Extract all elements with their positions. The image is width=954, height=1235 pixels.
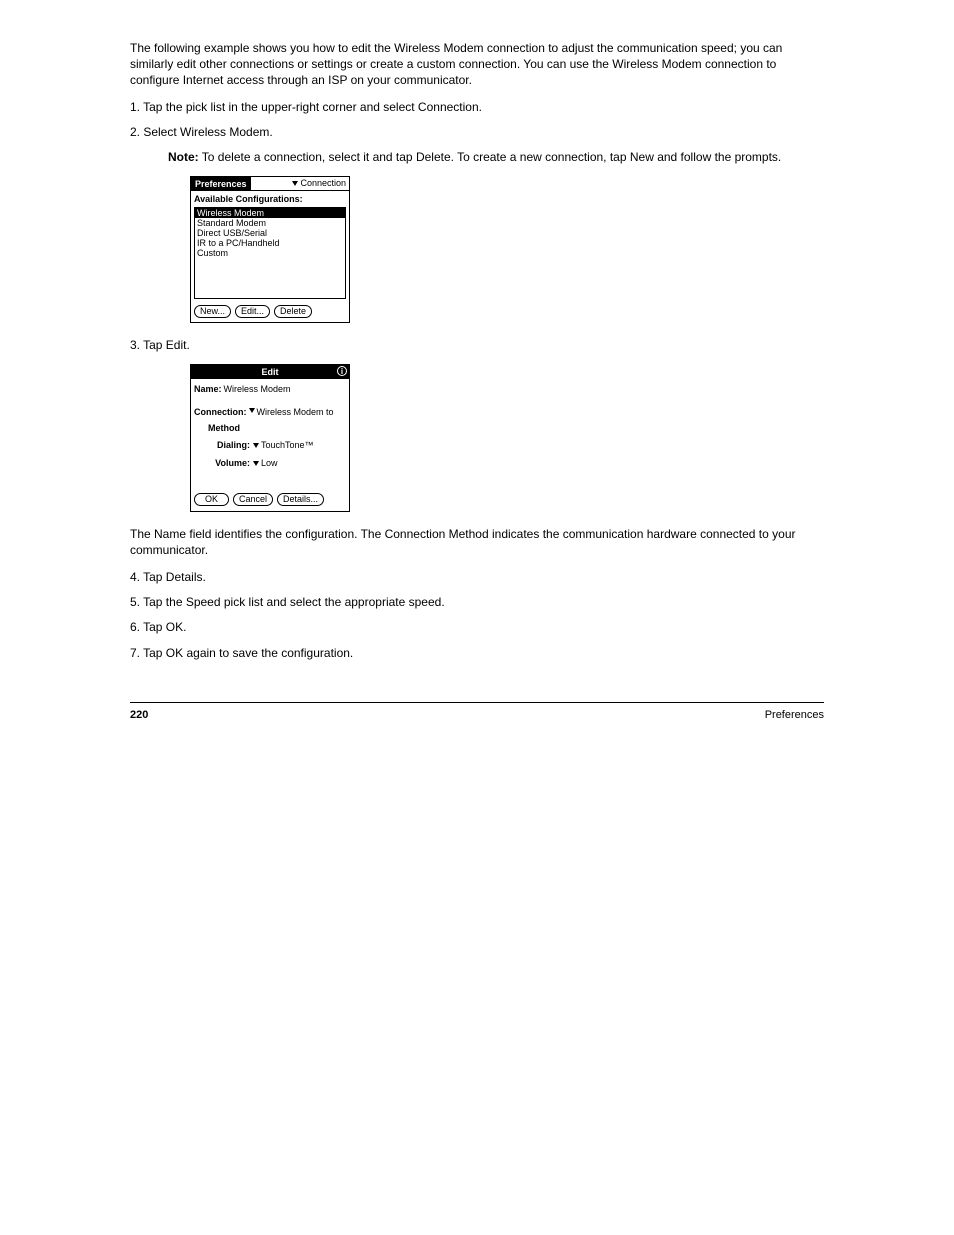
connection-field: Connection: Wireless Modem to xyxy=(194,406,346,419)
list-item[interactable]: Direct USB/Serial xyxy=(195,228,345,238)
cancel-button[interactable]: Cancel xyxy=(233,493,273,506)
chevron-down-icon xyxy=(292,181,298,186)
volume-label: Volume: xyxy=(194,457,250,470)
chevron-down-icon[interactable] xyxy=(253,461,259,466)
note-text: To delete a connection, select it and ta… xyxy=(202,150,781,164)
page-number: 220 xyxy=(130,709,148,721)
list-item[interactable]: Wireless Modem xyxy=(195,208,345,218)
titlebar-label: Preferences xyxy=(191,177,251,190)
method-label: Method xyxy=(208,423,346,433)
dialog-body: Name: Wireless Modem Connection: Wireles… xyxy=(191,379,349,511)
footer-section: Preferences xyxy=(765,709,824,721)
edit-dialog-screenshot: Edit i Name: Wireless Modem Connection: … xyxy=(190,364,350,512)
configurations-list[interactable]: Wireless Modem Standard Modem Direct USB… xyxy=(194,207,346,299)
volume-value[interactable]: Low xyxy=(261,457,278,470)
name-value[interactable]: Wireless Modem xyxy=(224,383,291,396)
list-item[interactable]: IR to a PC/Handheld xyxy=(195,238,345,248)
preferences-screenshot: Preferences Connection Available Configu… xyxy=(190,176,350,323)
connection-value[interactable]: Wireless Modem to xyxy=(257,406,334,419)
step-2: 2. Select Wireless Modem. xyxy=(130,124,824,141)
name-field: Name: Wireless Modem xyxy=(194,383,346,396)
dialog-title: Edit i xyxy=(191,365,349,378)
ok-button[interactable]: OK xyxy=(194,493,229,506)
delete-note: Note: To delete a connection, select it … xyxy=(168,149,824,165)
new-button[interactable]: New... xyxy=(194,305,231,318)
titlebar: Edit i xyxy=(191,365,349,379)
note-prefix: Note: xyxy=(168,150,199,164)
page-footer: 220 Preferences xyxy=(130,702,824,721)
info-icon[interactable]: i xyxy=(337,366,347,376)
step-6: 6. Tap OK. xyxy=(130,619,824,636)
step-7: 7. Tap OK again to save the configuratio… xyxy=(130,645,824,662)
trailing-paragraph: The Name field identifies the configurat… xyxy=(130,526,824,558)
edit-button[interactable]: Edit... xyxy=(235,305,270,318)
volume-field: Volume: Low xyxy=(194,457,346,470)
dialing-value[interactable]: TouchTone™ xyxy=(261,439,314,452)
dialog-title-text: Edit xyxy=(262,367,279,377)
category-value: Connection xyxy=(300,177,346,190)
button-row: OK Cancel Details... xyxy=(194,493,346,509)
name-label: Name: xyxy=(194,383,222,396)
dialing-field: Dialing: TouchTone™ xyxy=(194,439,346,452)
step-list: 1. Tap the pick list in the upper-right … xyxy=(130,99,824,663)
connection-label: Connection: xyxy=(194,406,247,419)
intro-paragraph: The following example shows you how to e… xyxy=(130,40,824,89)
step-1: 1. Tap the pick list in the upper-right … xyxy=(130,99,824,116)
dialing-label: Dialing: xyxy=(194,439,250,452)
titlebar: Preferences Connection xyxy=(191,177,349,191)
step-4: 4. Tap Details. xyxy=(130,569,824,586)
delete-button[interactable]: Delete xyxy=(274,305,312,318)
list-item[interactable]: Standard Modem xyxy=(195,218,345,228)
step-3: 3. Tap Edit. xyxy=(130,337,824,354)
details-button[interactable]: Details... xyxy=(277,493,324,506)
document-page: The following example shows you how to e… xyxy=(0,0,954,1235)
available-configs-label: Available Configurations: xyxy=(191,191,349,207)
list-item[interactable]: Custom xyxy=(195,248,345,258)
chevron-down-icon[interactable] xyxy=(253,443,259,448)
step-5: 5. Tap the Speed pick list and select th… xyxy=(130,594,824,611)
chevron-down-icon[interactable] xyxy=(249,408,255,413)
button-row: New... Edit... Delete xyxy=(191,302,349,322)
category-picker[interactable]: Connection xyxy=(251,177,349,190)
